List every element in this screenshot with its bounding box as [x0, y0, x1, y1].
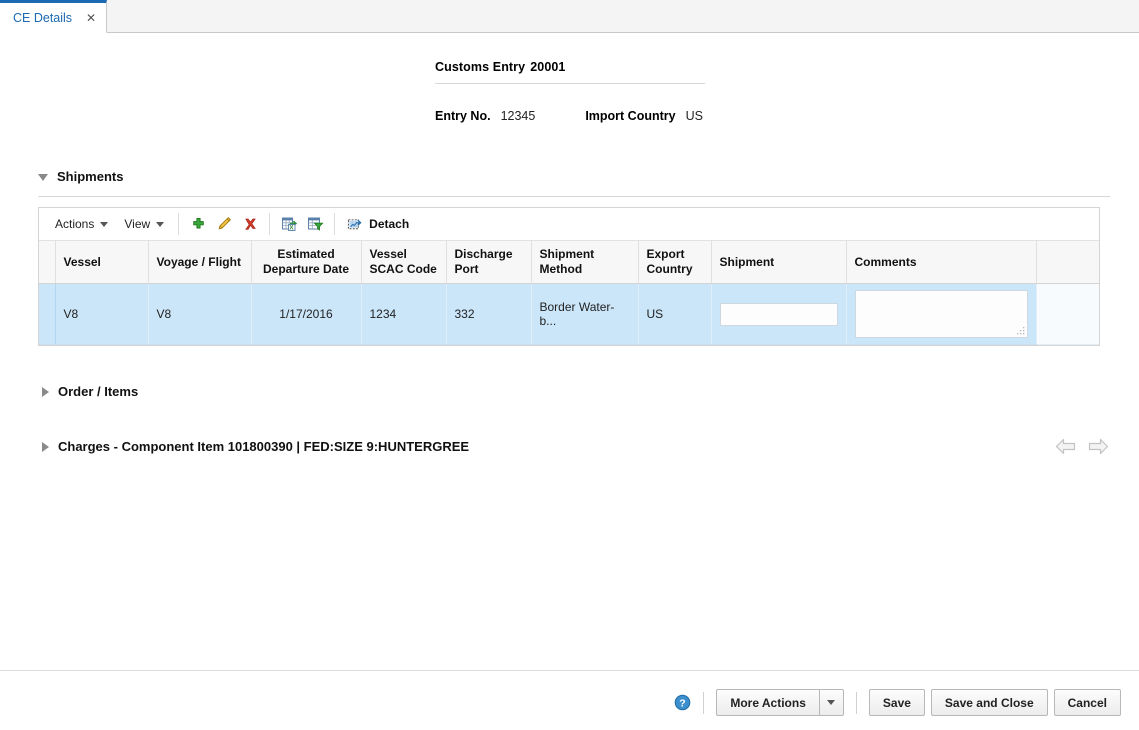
- comments-wrapper: [854, 290, 1028, 338]
- table-row[interactable]: V8 V8 1/17/2016 1234 332 Border Water-b.…: [39, 283, 1099, 345]
- entry-no-value: 12345: [500, 109, 536, 123]
- table-header-row: Vessel Voyage / Flight Estimated Departu…: [39, 241, 1099, 284]
- page-title-value: 20001: [530, 60, 566, 74]
- actions-menu-label: Actions: [55, 217, 95, 231]
- detach-label: Detach: [369, 217, 410, 231]
- add-icon[interactable]: [185, 212, 211, 236]
- entry-no-label: Entry No.: [435, 109, 491, 123]
- more-actions-dropdown-button[interactable]: [818, 689, 844, 716]
- import-country-value: US: [685, 109, 703, 123]
- detach-icon: [348, 218, 362, 229]
- triangle-right-icon[interactable]: [42, 441, 49, 452]
- footer-separator: [855, 691, 857, 714]
- actions-menu[interactable]: Actions: [47, 215, 116, 233]
- col-header-shipment-method[interactable]: Shipment Method: [531, 241, 639, 284]
- header-fields: Entry No. 12345 Import Country US: [435, 109, 703, 123]
- tab-bar: CE Details ✕: [0, 0, 1139, 33]
- cell-vessel-scac-code[interactable]: 1234: [361, 283, 447, 345]
- chevron-down-icon: [827, 700, 836, 705]
- shipment-input[interactable]: [719, 302, 838, 326]
- help-icon[interactable]: ?: [674, 694, 691, 711]
- footer-bar: ? More Actions Save Save and Close Cance…: [0, 670, 1139, 730]
- close-icon[interactable]: ✕: [86, 12, 96, 24]
- col-header-vessel-scac-code[interactable]: Vessel SCAC Code: [361, 241, 447, 284]
- page-title-label: Customs Entry: [435, 60, 526, 74]
- svg-text:?: ?: [680, 697, 686, 709]
- chevron-down-icon: [156, 221, 165, 227]
- cell-estimated-departure-date[interactable]: 1/17/2016: [251, 283, 362, 345]
- col-header-filler: [1036, 241, 1099, 284]
- more-actions-split-button: More Actions: [716, 689, 844, 716]
- shipments-divider: [38, 196, 1110, 197]
- ce-details-page: CE Details ✕ Customs Entry 20001 Entry No…: [0, 0, 1139, 730]
- next-arrow-icon[interactable]: [1088, 438, 1109, 458]
- triangle-down-icon[interactable]: [38, 174, 48, 181]
- edit-pencil-icon[interactable]: [211, 212, 237, 236]
- view-menu[interactable]: View: [116, 215, 172, 233]
- footer-separator: [703, 691, 705, 714]
- tab-ce-details[interactable]: CE Details ✕: [0, 0, 108, 33]
- save-and-close-button[interactable]: Save and Close: [930, 689, 1048, 716]
- section-title-order-items: Order / Items: [58, 384, 139, 399]
- section-header-shipments[interactable]: Shipments: [38, 169, 123, 184]
- triangle-right-icon[interactable]: [42, 386, 49, 397]
- cell-filler: [1036, 283, 1099, 345]
- col-header-discharge-port[interactable]: Discharge Port: [446, 241, 532, 284]
- view-menu-label: View: [124, 217, 151, 231]
- customs-entry-header: Customs Entry 20001: [435, 60, 705, 84]
- shipments-panel: Actions View X Detach Vessel Voyage / Fl…: [38, 207, 1100, 346]
- cell-voyage-flight[interactable]: V8: [148, 283, 252, 345]
- toolbar-separator: [334, 213, 336, 235]
- cell-comments: [846, 283, 1037, 345]
- toolbar-separator: [178, 213, 180, 235]
- section-header-charges[interactable]: Charges - Component Item 101800390 | FED…: [42, 439, 469, 454]
- section-header-order-items[interactable]: Order / Items: [42, 384, 138, 399]
- page-title: Customs Entry 20001: [435, 60, 705, 83]
- chevron-down-icon: [100, 221, 109, 227]
- row-select-header: [39, 241, 56, 284]
- col-header-vessel[interactable]: Vessel: [55, 241, 149, 284]
- charges-navigation: [1055, 438, 1109, 458]
- cancel-button[interactable]: Cancel: [1053, 689, 1121, 716]
- import-country-label: Import Country: [585, 109, 676, 123]
- section-title-shipments: Shipments: [57, 169, 124, 184]
- cell-shipment: [711, 283, 847, 345]
- toolbar-separator: [269, 213, 271, 235]
- cell-export-country[interactable]: US: [638, 283, 712, 345]
- previous-arrow-icon[interactable]: [1055, 438, 1076, 458]
- shipments-table: Vessel Voyage / Flight Estimated Departu…: [39, 241, 1099, 345]
- cell-shipment-method[interactable]: Border Water-b...: [531, 283, 639, 345]
- footer-actions: ? More Actions Save Save and Close Cance…: [674, 689, 1121, 716]
- cell-discharge-port[interactable]: 332: [446, 283, 532, 345]
- col-header-estimated-departure-date[interactable]: Estimated Departure Date: [251, 241, 362, 284]
- row-select-marker[interactable]: [39, 283, 56, 345]
- col-header-export-country[interactable]: Export Country: [638, 241, 712, 284]
- header-divider: [435, 83, 705, 84]
- detach-button[interactable]: Detach: [341, 215, 419, 234]
- more-actions-button[interactable]: More Actions: [716, 689, 819, 716]
- shipments-toolbar: Actions View X Detach: [39, 208, 1099, 241]
- delete-x-icon[interactable]: [237, 212, 263, 236]
- comments-textarea[interactable]: [854, 290, 1028, 338]
- save-button[interactable]: Save: [868, 689, 925, 716]
- section-title-charges: Charges - Component Item 101800390 | FED…: [58, 439, 470, 454]
- tab-label: CE Details: [13, 10, 73, 25]
- cell-vessel[interactable]: V8: [55, 283, 149, 345]
- col-header-voyage-flight[interactable]: Voyage / Flight: [148, 241, 252, 284]
- col-header-comments[interactable]: Comments: [846, 241, 1037, 284]
- col-header-shipment[interactable]: Shipment: [711, 241, 847, 284]
- query-by-example-icon[interactable]: [302, 212, 328, 236]
- export-to-excel-icon[interactable]: X: [276, 212, 302, 236]
